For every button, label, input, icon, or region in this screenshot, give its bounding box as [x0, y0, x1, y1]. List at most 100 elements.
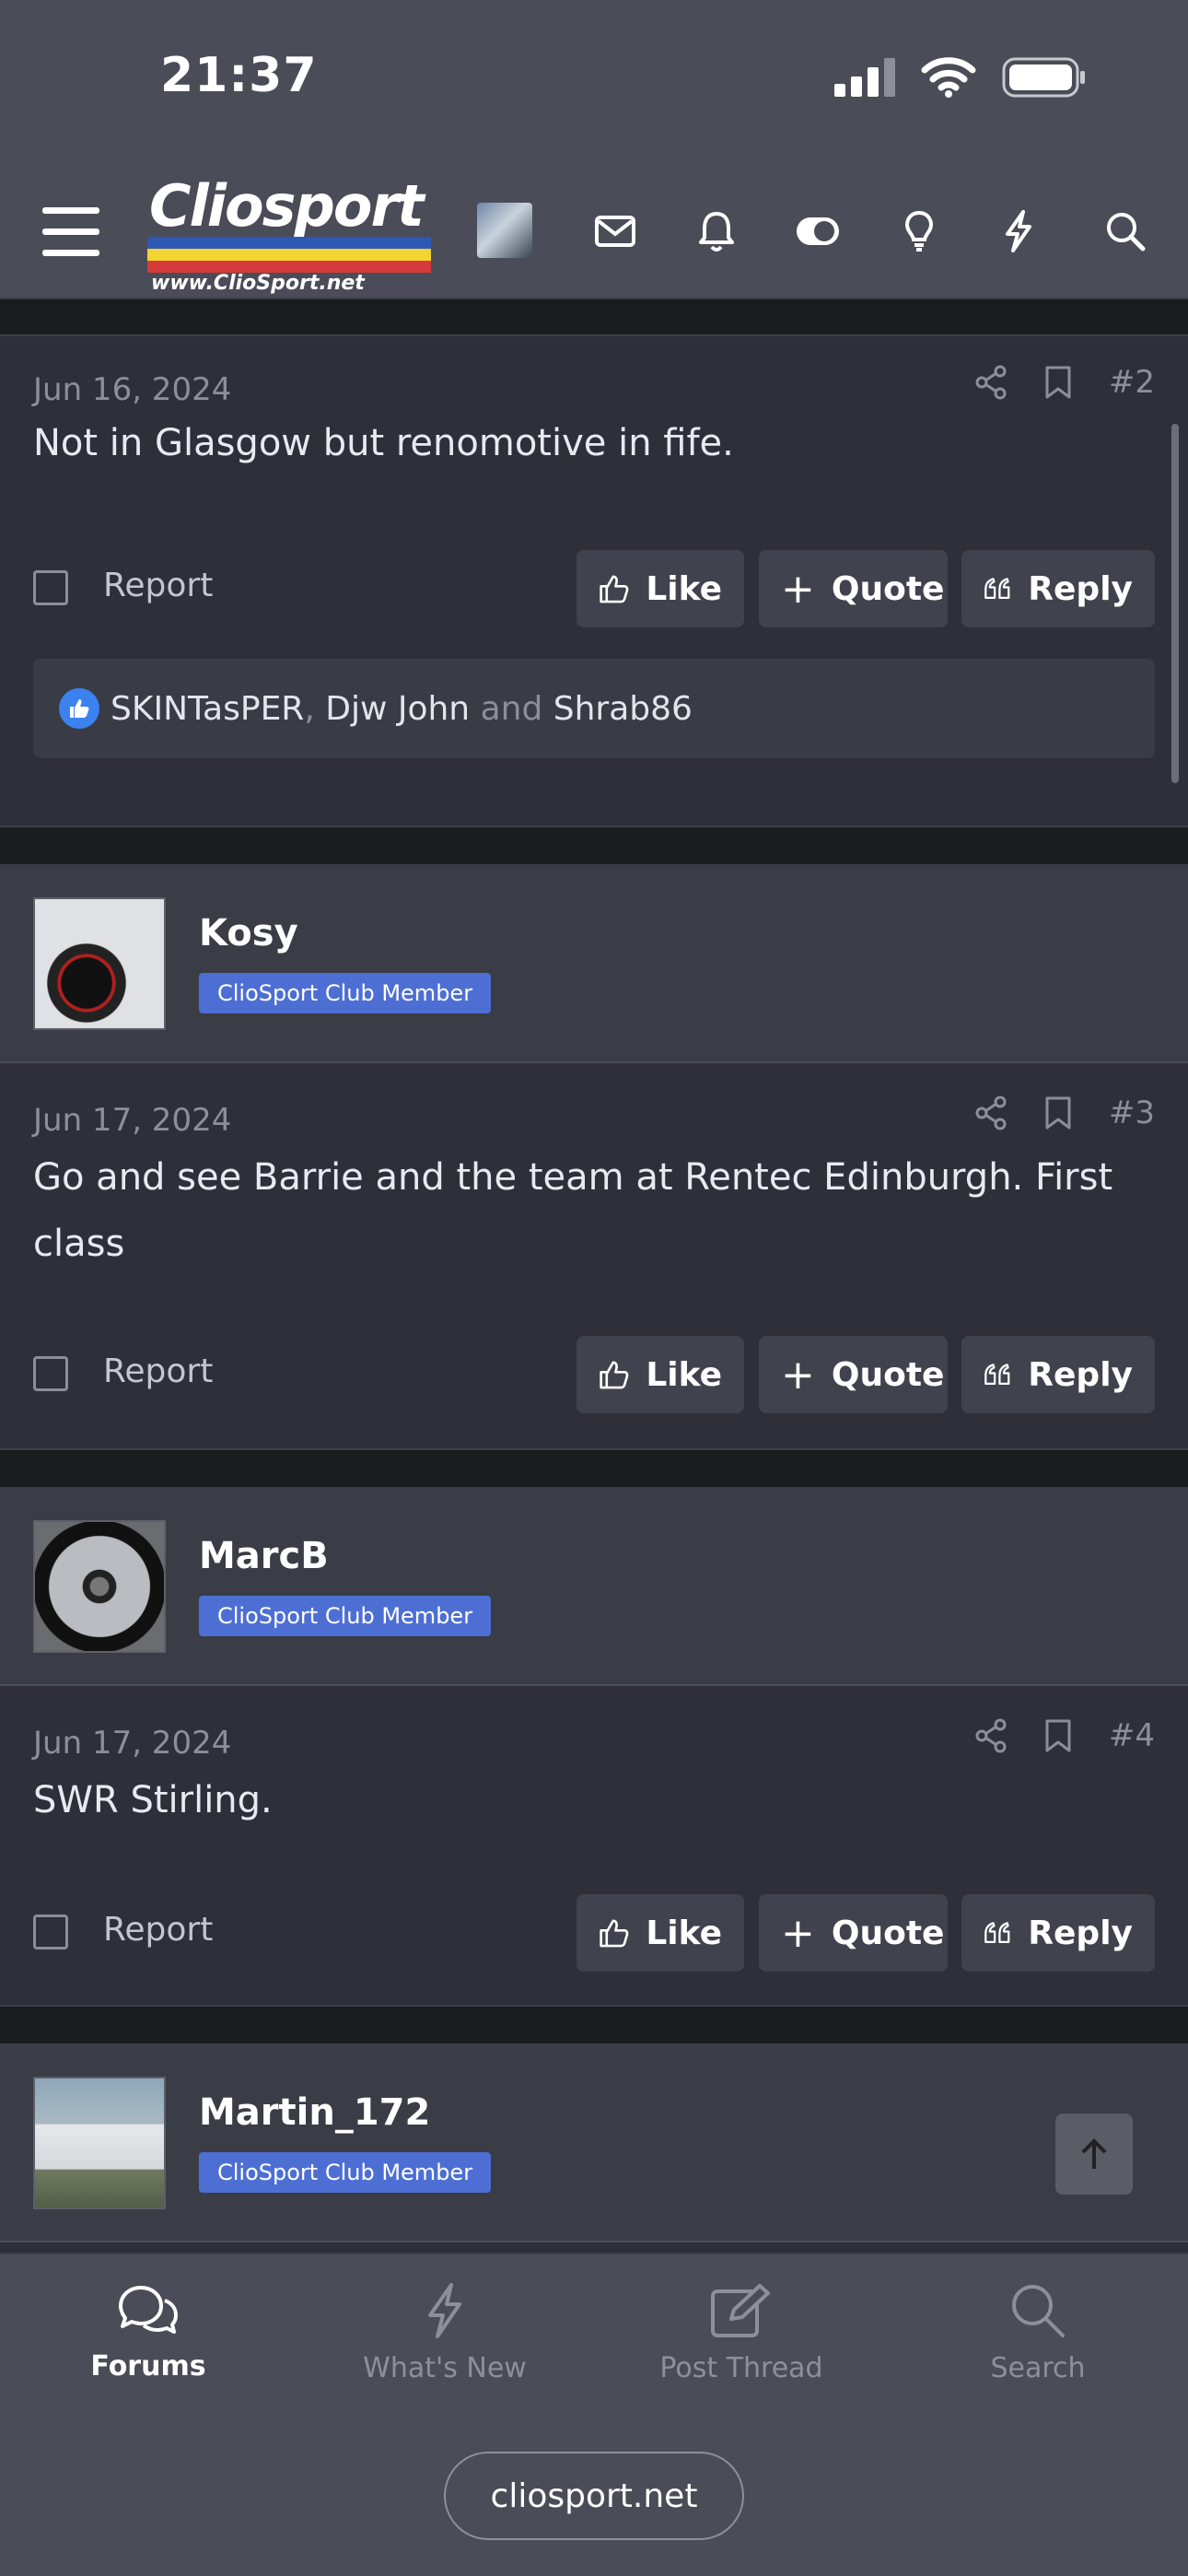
- bottom-tab-bar: Forums What's New Post Thread Search: [0, 2253, 1188, 2417]
- status-bar: 21:37: [0, 0, 1188, 161]
- post-actions: Report Like + Quote Reply: [0, 1894, 1188, 1972]
- bolt-icon[interactable]: [993, 205, 1044, 257]
- post-text: Not in Glasgow but renomotive in fife.: [33, 422, 734, 464]
- reply-label: Reply: [1028, 569, 1133, 608]
- cellular-signal-icon: [834, 58, 895, 97]
- thumbs-up-icon: [600, 575, 629, 603]
- chat-bubbles-icon: [119, 2286, 178, 2334]
- report-link[interactable]: Report: [103, 1911, 213, 1949]
- cliosport-logo[interactable]: Cliosport www.ClioSport.net: [146, 172, 442, 295]
- share-icon[interactable]: [974, 365, 1007, 400]
- post-4: Jun 17, 2024 #4 SWR Stirling. Report Lik…: [0, 1686, 1188, 2007]
- post-date[interactable]: Jun 17, 2024: [33, 1725, 231, 1762]
- reply-button[interactable]: Reply: [961, 1336, 1155, 1413]
- quote-label: Quote: [831, 1355, 945, 1394]
- avatar[interactable]: [33, 897, 166, 1030]
- bookmark-icon[interactable]: [1044, 365, 1072, 400]
- tab-label: Search: [990, 2352, 1086, 2384]
- select-checkbox[interactable]: [33, 1356, 68, 1391]
- reaction-separator: ,: [304, 689, 315, 728]
- top-navigation: Cliosport www.ClioSport.net: [0, 161, 1188, 299]
- post-number[interactable]: #3: [1109, 1095, 1155, 1131]
- reactions-bar[interactable]: SKINTasPER, Djw John and Shrab86: [33, 659, 1155, 758]
- reaction-and: and: [480, 689, 543, 728]
- select-checkbox[interactable]: [33, 570, 68, 605]
- plus-icon: +: [781, 1351, 815, 1399]
- select-checkbox[interactable]: [33, 1914, 68, 1950]
- tab-label: Forums: [90, 2350, 206, 2383]
- theme-toggle-icon[interactable]: [792, 205, 844, 257]
- quote-marks-icon: [984, 1364, 1010, 1385]
- like-reaction-icon: [59, 688, 99, 729]
- status-time: 21:37: [160, 48, 318, 103]
- quote-button[interactable]: + Quote: [759, 1894, 948, 1972]
- reaction-user-2[interactable]: Djw John: [325, 690, 470, 728]
- user-badge: ClioSport Club Member: [199, 2152, 492, 2193]
- post-date[interactable]: Jun 17, 2024: [33, 1102, 231, 1139]
- post-number[interactable]: #4: [1109, 1717, 1155, 1754]
- scrollbar[interactable]: [1171, 424, 1179, 783]
- logo-url: www.ClioSport.net: [151, 272, 365, 295]
- post-date[interactable]: Jun 16, 2024: [33, 371, 231, 408]
- post-tools: #4: [974, 1717, 1155, 1754]
- thread-content: Jun 16, 2024 #2 Not in Glasgow but renom…: [0, 299, 1188, 2253]
- inbox-icon[interactable]: [589, 205, 641, 257]
- like-button[interactable]: Like: [577, 1894, 744, 1972]
- bell-icon[interactable]: [691, 205, 742, 257]
- like-label: Like: [646, 569, 722, 608]
- url-bar[interactable]: cliosport.net: [444, 2452, 744, 2540]
- wifi-icon: [921, 57, 976, 98]
- avatar[interactable]: [33, 1520, 166, 1653]
- user-avatar[interactable]: [477, 203, 532, 258]
- share-icon[interactable]: [974, 1095, 1007, 1130]
- post-3-user: Kosy ClioSport Club Member: [0, 864, 1188, 1063]
- arrow-up-icon: [1081, 2138, 1107, 2169]
- post-actions: Report Like + Quote Reply: [0, 1336, 1188, 1413]
- quote-marks-icon: [984, 578, 1010, 599]
- avatar[interactable]: [33, 2077, 166, 2209]
- thumbs-up-icon: [600, 1919, 629, 1948]
- quote-button[interactable]: + Quote: [759, 550, 948, 627]
- plus-icon: +: [781, 1909, 815, 1957]
- like-label: Like: [646, 1355, 722, 1394]
- like-button[interactable]: Like: [577, 1336, 744, 1413]
- report-link[interactable]: Report: [103, 567, 213, 604]
- tab-label: What's New: [363, 2352, 527, 2384]
- reaction-user-1[interactable]: SKINTasPER: [111, 690, 304, 728]
- quote-marks-icon: [984, 1922, 1010, 1943]
- logo-wordmark: Cliosport: [149, 172, 425, 240]
- username[interactable]: MarcB: [199, 1535, 329, 1577]
- tab-search[interactable]: Search: [890, 2254, 1186, 2418]
- plus-icon: +: [781, 565, 815, 613]
- user-badge: ClioSport Club Member: [199, 973, 492, 1013]
- share-icon[interactable]: [974, 1718, 1007, 1753]
- report-link[interactable]: Report: [103, 1352, 213, 1390]
- quote-button[interactable]: + Quote: [759, 1336, 948, 1413]
- quote-label: Quote: [831, 569, 945, 608]
- post-number[interactable]: #2: [1109, 364, 1155, 401]
- post-4-user: MarcB ClioSport Club Member: [0, 1487, 1188, 1686]
- reaction-user-3[interactable]: Shrab86: [553, 690, 693, 728]
- tab-forums[interactable]: Forums: [0, 2254, 297, 2418]
- search-icon[interactable]: [1100, 205, 1151, 257]
- reply-button[interactable]: Reply: [961, 1894, 1155, 1972]
- bookmark-icon[interactable]: [1044, 1718, 1072, 1753]
- bookmark-icon[interactable]: [1044, 1095, 1072, 1130]
- post-tools: #2: [974, 364, 1155, 401]
- reply-button[interactable]: Reply: [961, 550, 1155, 627]
- scroll-to-top-button[interactable]: [1055, 2113, 1133, 2195]
- page: 21:37 Cliosport www.ClioSport.net Jun 16…: [0, 0, 1188, 2576]
- like-button[interactable]: Like: [577, 550, 744, 627]
- tab-label: Post Thread: [659, 2352, 823, 2384]
- tab-whats-new[interactable]: What's New: [297, 2254, 593, 2418]
- thumbs-up-icon: [600, 1361, 629, 1389]
- browser-bar: cliosport.net: [0, 2417, 1188, 2576]
- lightbulb-icon[interactable]: [893, 205, 945, 257]
- post-2: Jun 16, 2024 #2 Not in Glasgow but renom…: [0, 334, 1188, 827]
- tab-post-thread[interactable]: Post Thread: [593, 2254, 890, 2418]
- menu-icon[interactable]: [42, 207, 99, 257]
- post-text: Go and see Barrie and the team at Rentec…: [33, 1156, 1113, 1265]
- username[interactable]: Martin_172: [199, 2091, 430, 2134]
- status-icons: [834, 57, 1087, 98]
- username[interactable]: Kosy: [199, 912, 298, 954]
